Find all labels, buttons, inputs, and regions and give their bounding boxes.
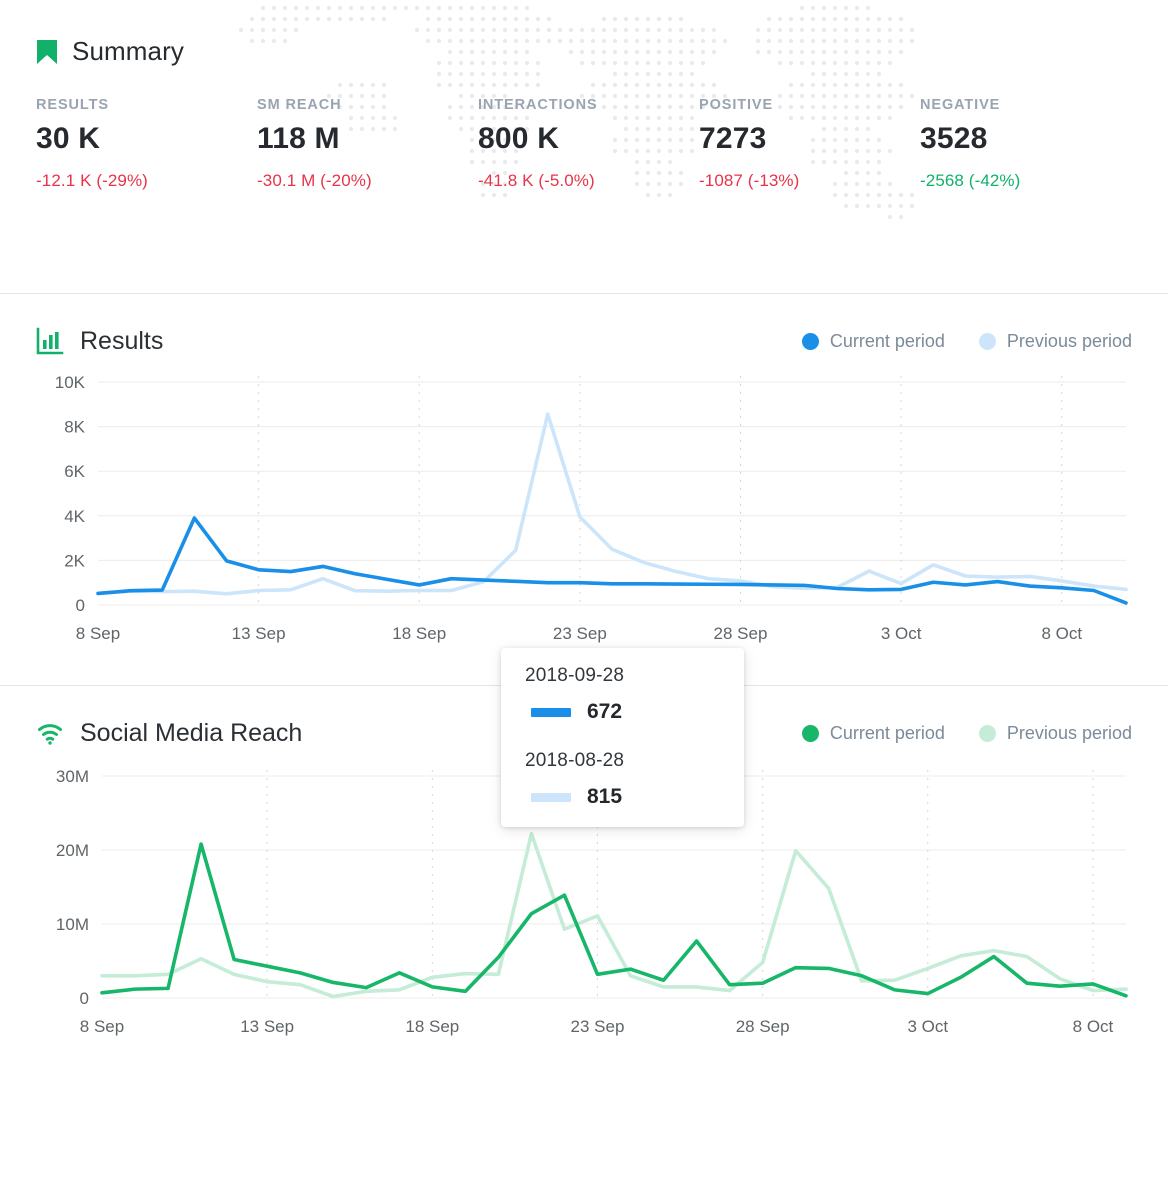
chart-tooltip: 2018-09-28 672 2018-08-28 815	[501, 648, 744, 827]
svg-text:3 Oct: 3 Oct	[907, 1017, 948, 1036]
svg-text:30M: 30M	[56, 767, 89, 786]
metric-value: 800 K	[478, 122, 560, 155]
summary-section: Summary RESULTS 30 K -12.1 K (-29%) SM R…	[0, 0, 1168, 294]
svg-text:18 Sep: 18 Sep	[392, 624, 446, 643]
bookmark-icon	[37, 39, 57, 64]
metric-value: 3528	[920, 122, 988, 155]
legend-item-current[interactable]: Current period	[801, 722, 945, 744]
svg-text:2K: 2K	[64, 551, 85, 570]
metric-label: INTERACTIONS	[478, 97, 598, 113]
legend-item-previous[interactable]: Previous period	[978, 330, 1132, 352]
legend-dot-icon	[801, 332, 819, 350]
reach-legend: Current period Previous period	[801, 722, 1132, 744]
tooltip-swatch-icon	[531, 792, 571, 802]
svg-text:13 Sep: 13 Sep	[232, 624, 286, 643]
tooltip-group-current: 2018-09-28 672	[501, 665, 744, 724]
tooltip-group-previous: 2018-08-28 815	[501, 750, 744, 809]
svg-text:8 Oct: 8 Oct	[1041, 624, 1082, 643]
legend-item-current[interactable]: Current period	[801, 330, 945, 352]
results-header: Results Current period Previous period	[36, 324, 1132, 358]
metric-interactions: INTERACTIONS 800 K -41.8 K (-5.0%)	[478, 97, 699, 191]
legend-dot-icon	[801, 724, 819, 742]
metric-value: 118 M	[257, 122, 340, 155]
metric-value: 7273	[699, 122, 767, 155]
svg-text:8 Sep: 8 Sep	[76, 624, 120, 643]
metric-label: RESULTS	[36, 97, 109, 113]
results-title: Results	[80, 326, 164, 355]
metric-delta: -30.1 M (-20%)	[257, 171, 372, 190]
summary-metrics: RESULTS 30 K -12.1 K (-29%) SM REACH 118…	[36, 97, 1132, 191]
tooltip-value: 815	[587, 785, 623, 808]
tooltip-swatch-icon	[531, 707, 571, 717]
svg-text:3 Oct: 3 Oct	[881, 624, 922, 643]
metric-label: POSITIVE	[699, 97, 774, 113]
results-plot[interactable]: 0 2K 4K 6K 8K 10K 8 Sep 13 Sep 18 Sep 23 Sep 28 Se…	[36, 372, 1132, 657]
summary-title: Summary	[72, 36, 184, 66]
svg-text:10K: 10K	[55, 373, 86, 392]
metric-value: 30 K	[36, 122, 101, 155]
svg-text:23 Sep: 23 Sep	[553, 624, 607, 643]
metric-positive: POSITIVE 7273 -1087 (-13%)	[699, 97, 920, 191]
legend-label: Current period	[829, 722, 945, 743]
metric-label: NEGATIVE	[920, 97, 1001, 113]
svg-text:6K: 6K	[64, 462, 85, 481]
svg-text:28 Sep: 28 Sep	[714, 624, 768, 643]
legend-dot-icon	[978, 332, 996, 350]
svg-text:23 Sep: 23 Sep	[571, 1017, 625, 1036]
results-legend: Current period Previous period	[801, 330, 1132, 352]
svg-text:10M: 10M	[56, 915, 89, 934]
svg-text:8 Oct: 8 Oct	[1073, 1017, 1114, 1036]
metric-negative: NEGATIVE 3528 -2568 (-42%)	[920, 97, 1141, 191]
svg-text:0: 0	[76, 596, 85, 615]
tooltip-value: 672	[587, 700, 623, 723]
svg-text:4K: 4K	[64, 507, 85, 526]
svg-text:13 Sep: 13 Sep	[240, 1017, 294, 1036]
summary-header: Summary	[36, 36, 1132, 67]
svg-text:20M: 20M	[56, 841, 89, 860]
metric-label: SM REACH	[257, 97, 342, 113]
legend-dot-icon	[978, 724, 996, 742]
tooltip-row: 815	[525, 785, 720, 809]
legend-label: Current period	[829, 330, 945, 351]
wifi-icon	[38, 724, 62, 745]
bar-chart-icon	[36, 327, 64, 355]
metric-delta: -2568 (-42%)	[920, 171, 1021, 190]
metric-delta: -12.1 K (-29%)	[36, 171, 148, 190]
legend-label: Previous period	[1006, 722, 1132, 743]
reach-title: Social Media Reach	[80, 718, 303, 747]
svg-text:0: 0	[80, 989, 89, 1008]
dashboard-page: Summary RESULTS 30 K -12.1 K (-29%) SM R…	[0, 0, 1168, 1204]
results-section: Results Current period Previous period 0…	[0, 294, 1168, 657]
svg-text:28 Sep: 28 Sep	[736, 1017, 790, 1036]
metric-delta: -41.8 K (-5.0%)	[478, 171, 595, 190]
svg-text:8K: 8K	[64, 418, 85, 437]
tooltip-date: 2018-09-28	[525, 665, 625, 686]
legend-label: Previous period	[1006, 330, 1132, 351]
tooltip-row: 672	[525, 700, 720, 724]
metric-delta: -1087 (-13%)	[699, 171, 800, 190]
legend-item-previous[interactable]: Previous period	[978, 722, 1132, 744]
svg-text:18 Sep: 18 Sep	[405, 1017, 459, 1036]
metric-results: RESULTS 30 K -12.1 K (-29%)	[36, 97, 257, 191]
metric-sm-reach: SM REACH 118 M -30.1 M (-20%)	[257, 97, 478, 191]
svg-text:8 Sep: 8 Sep	[80, 1017, 124, 1036]
tooltip-date: 2018-08-28	[525, 750, 625, 771]
